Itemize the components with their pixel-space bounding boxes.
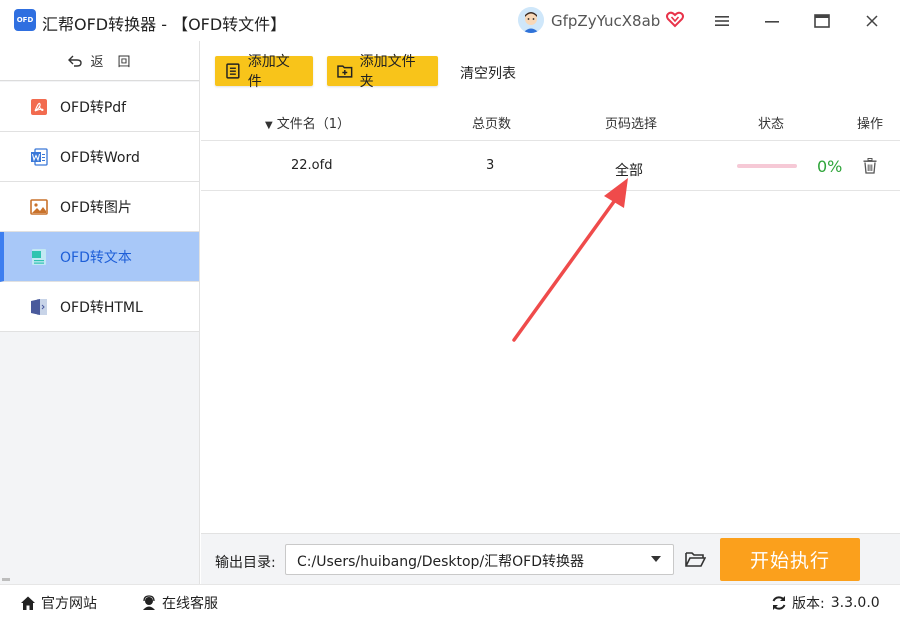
support-agent-icon: [143, 595, 155, 610]
column-header-range: 页码选择: [605, 117, 658, 132]
toolbar: 添加文件 添加文件夹 清空列表: [201, 41, 900, 101]
add-folder-button[interactable]: 添加文件夹: [327, 54, 438, 90]
sort-down-icon[interactable]: ▼: [265, 120, 273, 131]
avatar-icon: [518, 7, 544, 33]
status-bar: 官方网站 在线客服 版本: 3.3.0.0: [0, 584, 900, 617]
column-header-name-label: 文件名（1）: [276, 117, 350, 132]
vip-heart-icon[interactable]: [666, 10, 684, 28]
progress-bar: [737, 164, 797, 168]
chevron-down-icon[interactable]: [651, 556, 661, 562]
version-value: 3.3.0.0: [830, 595, 880, 611]
menu-button[interactable]: [709, 8, 735, 34]
window-title: 汇帮OFD转换器 - 【OFD转文件】: [42, 15, 287, 34]
refresh-icon: [772, 596, 786, 610]
file-table-header: ▼ 文件名（1） 总页数 页码选择 状态 操作: [201, 101, 900, 141]
open-folder-icon[interactable]: [684, 549, 706, 569]
sidebar-item-ofd-to-text[interactable]: OFD转文本: [0, 232, 199, 282]
online-support-label: 在线客服: [162, 596, 218, 612]
title-bar: OFD 汇帮OFD转换器 - 【OFD转文件】 GfpZyYucX8ab: [0, 0, 900, 41]
sidebar-item-ofd-to-image[interactable]: OFD转图片: [0, 182, 199, 232]
back-label: 返回: [90, 55, 145, 70]
output-dir-label: 输出目录:: [215, 555, 276, 571]
hamburger-icon: [715, 16, 729, 26]
html-icon: [31, 298, 47, 315]
sidebar-item-ofd-to-html[interactable]: OFD转HTML: [0, 282, 199, 332]
add-folder-label: 添加文件夹: [359, 54, 416, 90]
close-button[interactable]: [859, 8, 885, 34]
maximize-icon: [814, 14, 830, 28]
column-header-ops: 操作: [857, 117, 884, 132]
home-icon: [21, 596, 35, 610]
online-support-link[interactable]: 在线客服: [141, 593, 218, 613]
sidebar-scroll-handle[interactable]: [2, 578, 10, 581]
output-bar: 输出目录: C:/Users/huibang/Desktop/汇帮OFD转换器 …: [201, 533, 900, 584]
pdf-icon: [31, 98, 47, 115]
progress-percent: 0%: [817, 157, 843, 176]
back-button[interactable]: 返回: [0, 41, 199, 81]
column-header-pages: 总页数: [472, 117, 512, 132]
close-icon: [866, 15, 878, 27]
sidebar-item-label: OFD转Word: [60, 149, 140, 166]
version-info[interactable]: 版本: 3.3.0.0: [771, 593, 880, 613]
sidebar-item-label: OFD转文本: [60, 249, 132, 266]
page-count: 3: [486, 158, 495, 173]
app-logo: OFD: [14, 9, 36, 31]
nav-list: OFD转Pdf OFD转Word OFD转图片 OFD转文本 OFD转HTML: [0, 82, 199, 332]
output-dir-select[interactable]: C:/Users/huibang/Desktop/汇帮OFD转换器: [285, 544, 674, 575]
sidebar-item-label: OFD转图片: [60, 199, 132, 216]
username[interactable]: GfpZyYucX8ab: [551, 12, 660, 30]
add-file-icon: [226, 63, 240, 79]
column-header-name[interactable]: ▼ 文件名（1）: [265, 113, 350, 132]
sidebar-item-label: OFD转HTML: [60, 299, 143, 316]
back-arrow-icon: [68, 55, 83, 67]
clear-list-button[interactable]: 清空列表: [460, 63, 516, 83]
add-file-button[interactable]: 添加文件: [215, 54, 313, 90]
minimize-icon: [765, 21, 779, 23]
text-icon: [32, 248, 46, 265]
image-icon: [30, 198, 48, 215]
official-website-link[interactable]: 官方网站: [20, 593, 97, 613]
sidebar-item-label: OFD转Pdf: [60, 99, 127, 116]
file-name: 22.ofd: [291, 158, 333, 173]
sidebar-item-ofd-to-pdf[interactable]: OFD转Pdf: [0, 82, 199, 132]
start-button[interactable]: 开始执行: [720, 538, 860, 581]
user-avatar[interactable]: [518, 7, 544, 33]
annotation-arrow-icon: [512, 178, 628, 342]
column-header-status: 状态: [758, 117, 785, 132]
add-folder-icon: [337, 65, 353, 78]
add-file-label: 添加文件: [247, 54, 290, 90]
minimize-button[interactable]: [759, 8, 785, 34]
sidebar: 返回 OFD转Pdf OFD转Word OFD转图片 OFD转文本 OFD转HT…: [0, 41, 200, 584]
trash-icon[interactable]: [863, 158, 877, 174]
sidebar-item-ofd-to-word[interactable]: OFD转Word: [0, 132, 199, 182]
official-website-label: 官方网站: [41, 596, 97, 612]
maximize-button[interactable]: [809, 8, 835, 34]
word-icon: [31, 147, 48, 166]
version-label: 版本:: [792, 596, 825, 612]
output-dir-value: C:/Users/huibang/Desktop/汇帮OFD转换器: [297, 554, 585, 570]
